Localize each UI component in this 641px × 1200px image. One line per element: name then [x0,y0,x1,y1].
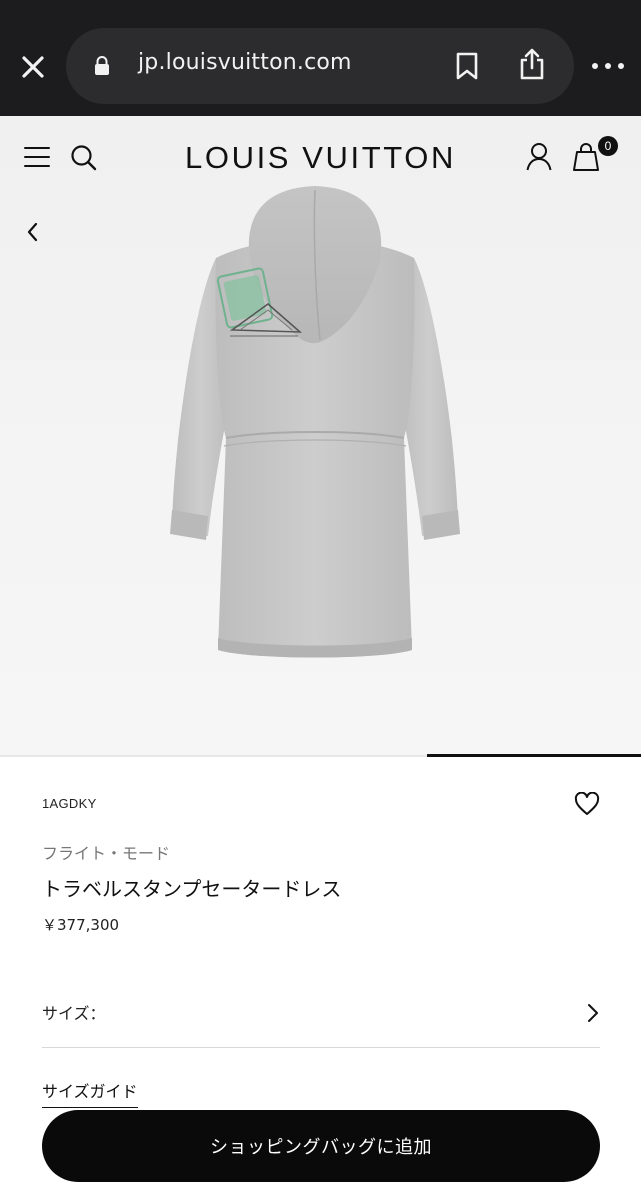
chevron-left-icon[interactable] [24,220,40,244]
product-image[interactable] [150,180,480,660]
lock-icon [95,56,109,75]
chevron-right-icon [588,1004,598,1022]
bag-count-badge: 0 [598,136,618,156]
add-to-bag-button[interactable]: ショッピングバッグに追加 [42,1110,600,1182]
shopping-bag-icon[interactable] [572,142,600,172]
close-icon [22,56,44,78]
more-icon[interactable] [592,56,624,76]
browser-toolbar: jp.louisvuitton.com [0,0,641,116]
account-icon[interactable] [526,142,552,172]
bookmark-icon[interactable] [456,52,478,80]
product-name: トラベルスタンプセータードレス [42,877,342,901]
size-guide-link[interactable]: サイズガイド [42,1078,138,1108]
address-bar[interactable]: jp.louisvuitton.com [66,28,574,104]
heart-icon[interactable] [574,792,600,816]
url-text: jp.louisvuitton.com [138,50,352,75]
carousel-indicator-active [427,754,641,757]
product-sku: 1AGDKY [42,796,97,811]
share-icon[interactable] [518,48,546,80]
size-selector[interactable]: サイズ： [42,986,600,1048]
close-tab-button[interactable] [14,48,52,86]
product-collection[interactable]: フライト・モード [42,840,170,864]
product-hero: LOUIS VUITTON 0 [0,116,641,756]
product-price: ￥377,300 [42,916,120,934]
size-label: サイズ： [42,1004,106,1023]
